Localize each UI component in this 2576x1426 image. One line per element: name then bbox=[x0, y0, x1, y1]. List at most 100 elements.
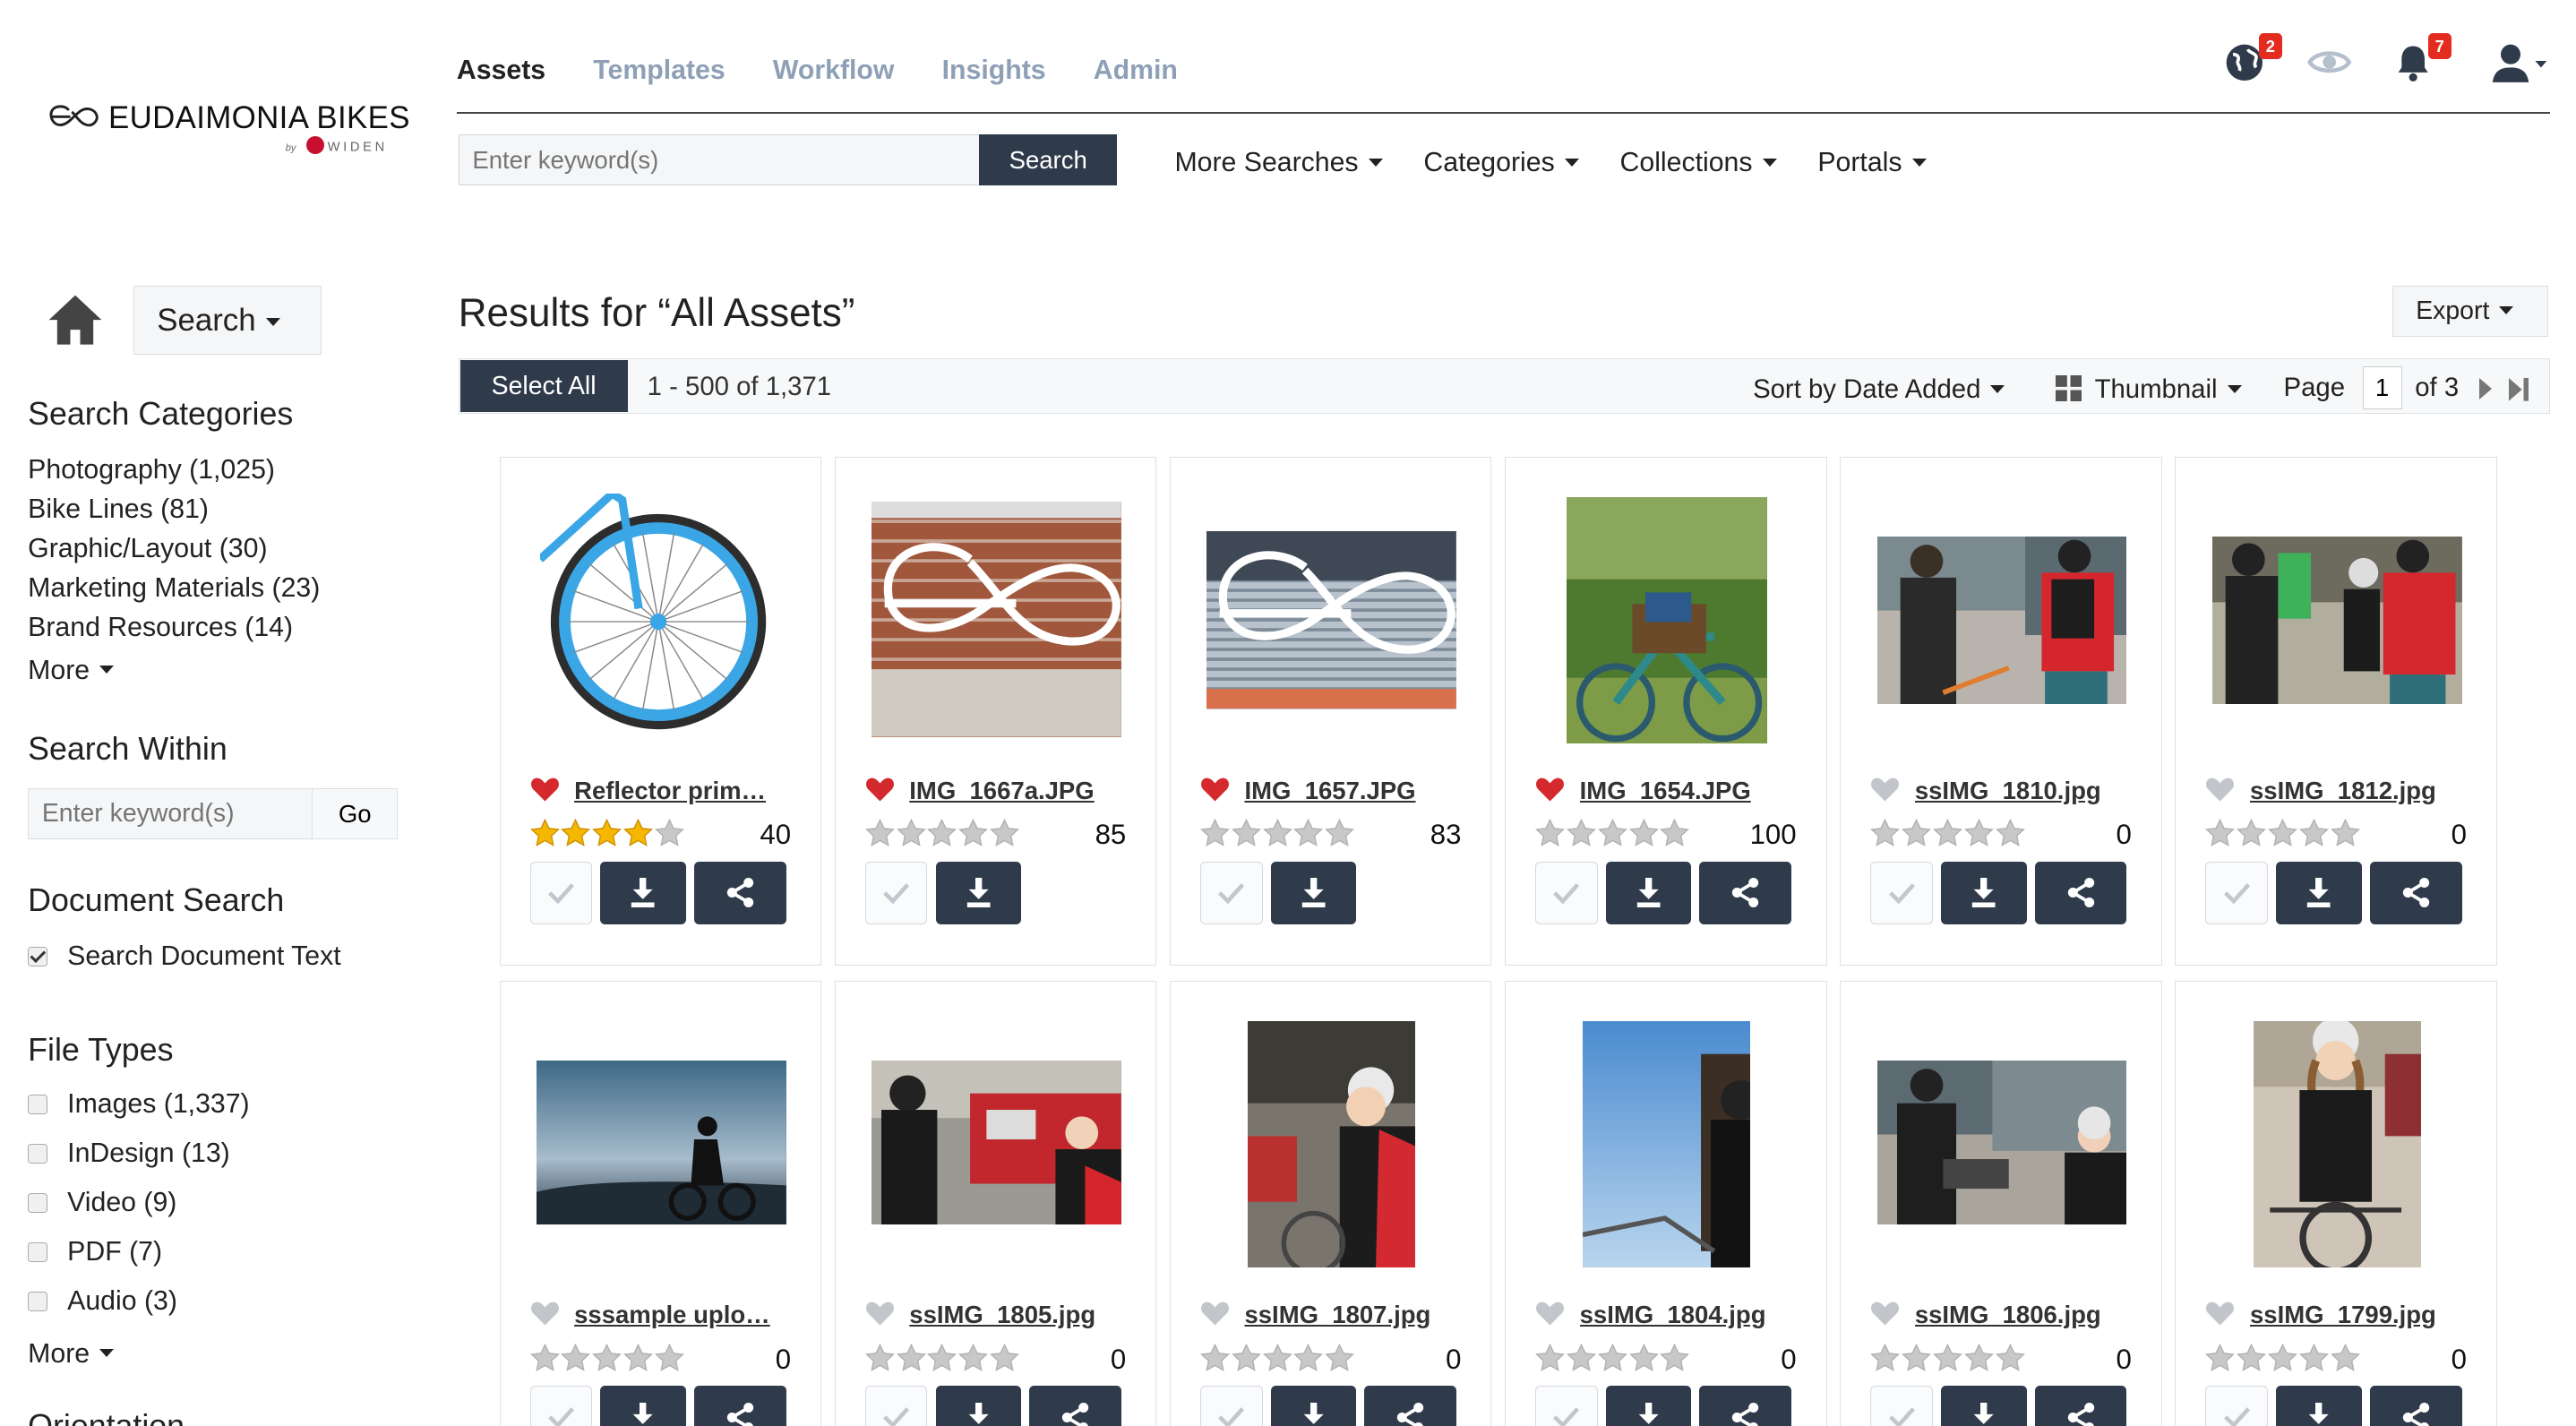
nav-templates[interactable]: Templates bbox=[593, 56, 725, 86]
nav-admin[interactable]: Admin bbox=[1094, 56, 1178, 86]
category-brand-resources[interactable]: Brand Resources (14) bbox=[28, 613, 293, 643]
download-button[interactable] bbox=[1941, 862, 2027, 924]
portals-dropdown[interactable]: Portals bbox=[1817, 148, 1927, 178]
star-filled-icon[interactable] bbox=[592, 819, 623, 847]
user-menu[interactable] bbox=[2491, 41, 2550, 91]
select-asset-checkbox[interactable] bbox=[529, 862, 593, 924]
filetype-images[interactable]: Images (1,337) bbox=[28, 1089, 250, 1120]
star-empty-icon[interactable] bbox=[1660, 819, 1690, 847]
asset-thumbnail[interactable] bbox=[872, 502, 1121, 737]
star-empty-icon[interactable] bbox=[1262, 819, 1292, 847]
export-dropdown[interactable]: Export bbox=[2391, 286, 2548, 337]
star-empty-icon[interactable] bbox=[2330, 1343, 2360, 1371]
asset-card[interactable]: ssIMG_1805.jpg 0 bbox=[834, 981, 1157, 1426]
star-empty-icon[interactable] bbox=[1262, 1343, 1292, 1371]
star-empty-icon[interactable] bbox=[1902, 819, 1932, 847]
star-empty-icon[interactable] bbox=[2237, 1343, 2267, 1371]
select-asset-checkbox[interactable] bbox=[1870, 1386, 1933, 1426]
star-empty-icon[interactable] bbox=[896, 819, 926, 847]
favorite-button[interactable] bbox=[865, 777, 895, 810]
search-button[interactable]: Search bbox=[979, 134, 1118, 186]
download-button[interactable] bbox=[600, 1386, 686, 1426]
filetype-pdf-checkbox[interactable] bbox=[28, 1241, 48, 1262]
search-document-text-option[interactable]: Search Document Text bbox=[28, 941, 341, 972]
star-empty-icon[interactable] bbox=[592, 1343, 623, 1371]
star-empty-icon[interactable] bbox=[1932, 1343, 1962, 1371]
share-button[interactable] bbox=[1364, 1386, 1457, 1426]
download-button[interactable] bbox=[600, 862, 686, 924]
star-empty-icon[interactable] bbox=[1293, 1343, 1324, 1371]
download-button[interactable] bbox=[1605, 1386, 1692, 1426]
share-button[interactable] bbox=[693, 862, 786, 924]
globe-button[interactable]: 2 bbox=[2223, 32, 2282, 91]
favorite-button[interactable] bbox=[1535, 777, 1565, 810]
filetype-indesign[interactable]: InDesign (13) bbox=[28, 1138, 230, 1169]
asset-filename[interactable]: Reflector prim… bbox=[574, 777, 779, 805]
filetype-pdf[interactable]: PDF (7) bbox=[28, 1237, 162, 1267]
star-empty-icon[interactable] bbox=[1231, 1343, 1261, 1371]
select-asset-checkbox[interactable] bbox=[1535, 1386, 1598, 1426]
star-empty-icon[interactable] bbox=[990, 1343, 1020, 1371]
star-empty-icon[interactable] bbox=[2205, 819, 2236, 847]
star-empty-icon[interactable] bbox=[654, 1343, 684, 1371]
asset-card[interactable]: Reflector prim… 40 bbox=[499, 456, 822, 966]
search-document-text-checkbox[interactable] bbox=[28, 946, 48, 966]
star-empty-icon[interactable] bbox=[2237, 819, 2267, 847]
star-empty-icon[interactable] bbox=[2205, 1343, 2236, 1371]
star-filled-icon[interactable] bbox=[529, 819, 560, 847]
star-empty-icon[interactable] bbox=[1293, 819, 1324, 847]
star-empty-icon[interactable] bbox=[2330, 819, 2360, 847]
select-asset-checkbox[interactable] bbox=[2205, 1386, 2269, 1426]
download-button[interactable] bbox=[1270, 862, 1357, 924]
asset-filename[interactable]: IMG_1667a.JPG bbox=[909, 777, 1114, 805]
filetype-audio[interactable]: Audio (3) bbox=[28, 1286, 177, 1317]
star-empty-icon[interactable] bbox=[1199, 819, 1230, 847]
star-empty-icon[interactable] bbox=[1566, 1343, 1596, 1371]
favorite-button[interactable] bbox=[2205, 777, 2235, 810]
star-empty-icon[interactable] bbox=[1963, 819, 1994, 847]
star-empty-icon[interactable] bbox=[927, 1343, 957, 1371]
share-button[interactable] bbox=[1699, 862, 1792, 924]
select-asset-checkbox[interactable] bbox=[1199, 1386, 1263, 1426]
star-empty-icon[interactable] bbox=[529, 1343, 560, 1371]
star-empty-icon[interactable] bbox=[958, 1343, 989, 1371]
favorite-button[interactable] bbox=[1200, 1301, 1230, 1334]
star-empty-icon[interactable] bbox=[1535, 819, 1566, 847]
collections-dropdown[interactable]: Collections bbox=[1620, 148, 1777, 178]
select-asset-checkbox[interactable] bbox=[529, 1386, 593, 1426]
select-asset-checkbox[interactable] bbox=[864, 862, 928, 924]
last-page-icon[interactable] bbox=[2508, 378, 2529, 401]
share-button[interactable] bbox=[1029, 1386, 1121, 1426]
category-marketing-materials[interactable]: Marketing Materials (23) bbox=[28, 573, 320, 604]
share-button[interactable] bbox=[2369, 1386, 2462, 1426]
asset-card[interactable]: ssIMG_1806.jpg 0 bbox=[1840, 981, 2162, 1426]
nav-assets[interactable]: Assets bbox=[457, 56, 545, 86]
favorite-button[interactable] bbox=[1870, 1301, 1900, 1334]
star-empty-icon[interactable] bbox=[1325, 1343, 1355, 1371]
star-empty-icon[interactable] bbox=[864, 819, 895, 847]
download-button[interactable] bbox=[2276, 1386, 2362, 1426]
favorite-button[interactable] bbox=[530, 777, 560, 810]
filetypes-more-toggle[interactable]: More bbox=[28, 1339, 115, 1370]
category-graphic-layout[interactable]: Graphic/Layout (30) bbox=[28, 534, 267, 564]
favorite-button[interactable] bbox=[865, 1301, 895, 1334]
star-empty-icon[interactable] bbox=[1870, 1343, 1901, 1371]
asset-thumbnail[interactable] bbox=[872, 1061, 1121, 1225]
next-page-icon[interactable] bbox=[2478, 377, 2492, 399]
star-empty-icon[interactable] bbox=[2268, 819, 2298, 847]
share-button[interactable] bbox=[2034, 1386, 2127, 1426]
star-empty-icon[interactable] bbox=[958, 819, 989, 847]
asset-card[interactable]: ssIMG_1812.jpg 0 bbox=[2175, 456, 2497, 966]
share-button[interactable] bbox=[2034, 862, 2127, 924]
star-empty-icon[interactable] bbox=[1535, 1343, 1566, 1371]
share-button[interactable] bbox=[2369, 862, 2462, 924]
star-empty-icon[interactable] bbox=[1963, 1343, 1994, 1371]
asset-card[interactable]: ssIMG_1804.jpg 0 bbox=[1505, 981, 1827, 1426]
download-button[interactable] bbox=[935, 1386, 1021, 1426]
star-empty-icon[interactable] bbox=[1995, 819, 2025, 847]
asset-filename[interactable]: ssIMG_1807.jpg bbox=[1244, 1301, 1449, 1329]
asset-filename[interactable]: ssIMG_1806.jpg bbox=[1915, 1301, 2120, 1329]
select-asset-checkbox[interactable] bbox=[2205, 862, 2269, 924]
select-asset-checkbox[interactable] bbox=[1535, 862, 1598, 924]
download-button[interactable] bbox=[935, 862, 1021, 924]
